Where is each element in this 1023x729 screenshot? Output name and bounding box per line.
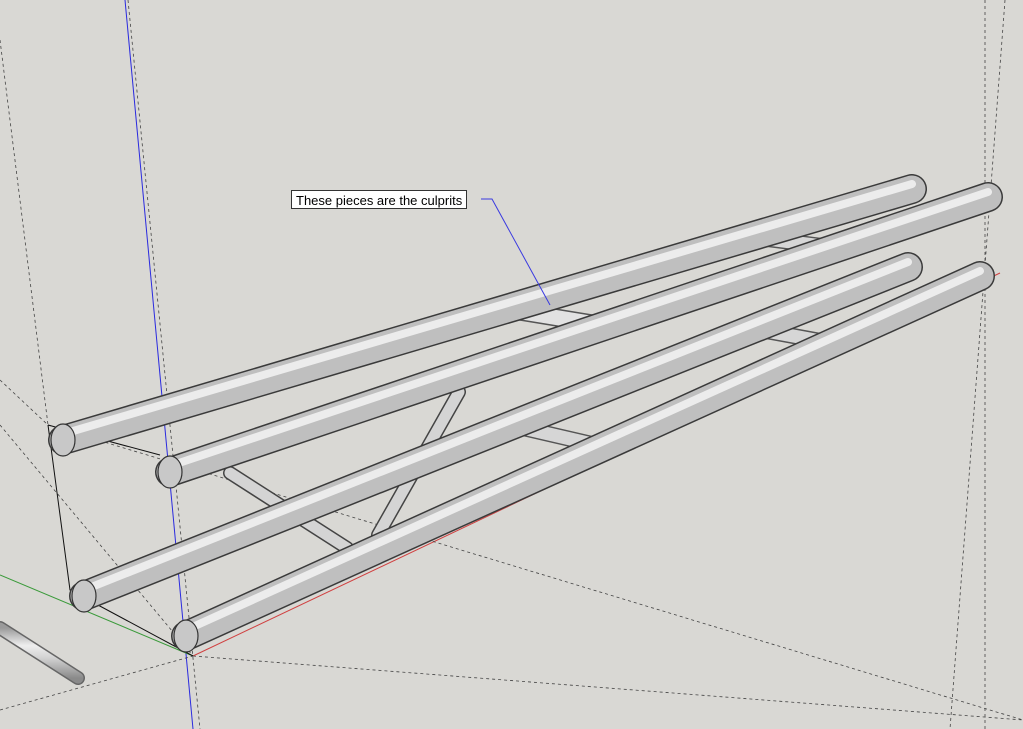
guide-dashed-6 [0, 379, 49, 426]
main-chords [48, 174, 1003, 651]
green-axis-dashed [192, 655, 1023, 721]
guide-dashed-2 [0, 39, 49, 426]
tube-fragment-corner [0, 621, 85, 685]
sketchup-viewport[interactable]: These pieces are the culprits [0, 0, 1023, 729]
model-canvas[interactable] [0, 0, 1023, 729]
blue-axis-line [124, 0, 194, 729]
callout-text-label[interactable]: These pieces are the culprits [291, 190, 468, 209]
tube-end-caps [50, 423, 199, 653]
red-axis-dashed [0, 655, 194, 711]
guide-dashed-4 [949, 0, 1006, 729]
